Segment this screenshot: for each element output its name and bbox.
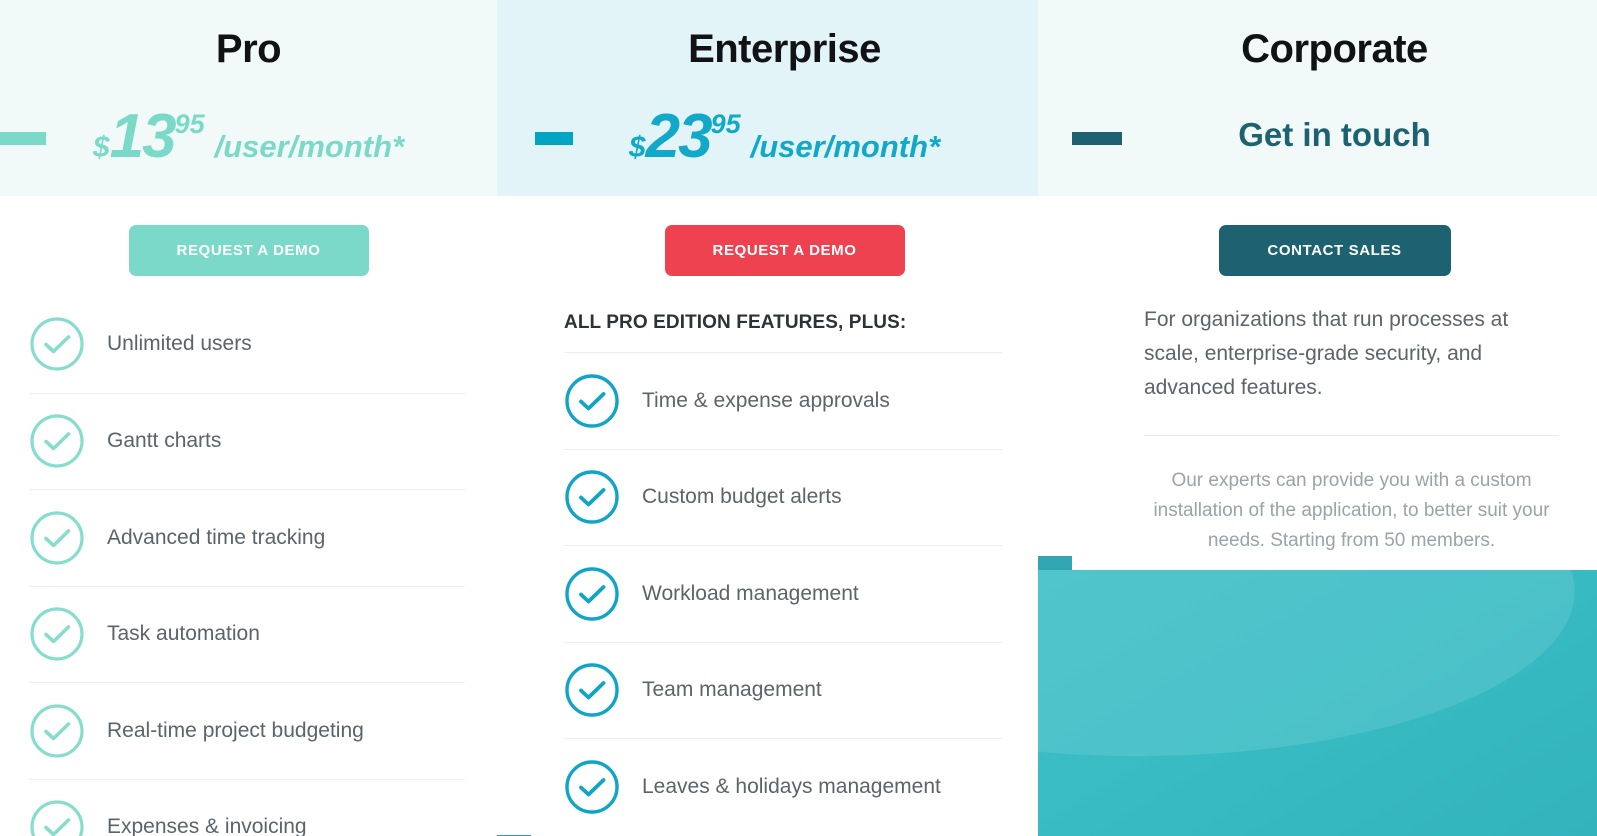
price-cents-enterprise: 95 (710, 109, 741, 139)
feature-label: Team management (642, 678, 822, 702)
check-circle-icon (564, 566, 620, 622)
corporate-description: For organizations that run processes at … (1144, 308, 1509, 400)
corporate-note: Our experts can provide you with a custo… (1153, 470, 1550, 552)
price-period-pro: /user/month* (214, 129, 405, 164)
plan-card-pro: Pro $ 13 95 /user/month* REQUEST A DEMO (0, 0, 497, 836)
feature-label: Custom budget alerts (642, 485, 842, 509)
pricing-page: Pro $ 13 95 /user/month* REQUEST A DEMO (0, 0, 1597, 836)
cta-wrap-pro: REQUEST A DEMO (0, 196, 497, 276)
plan-title-enterprise: Enterprise (688, 27, 881, 71)
feature-label: Leaves & holidays management (642, 774, 941, 798)
list-item: Gantt charts (29, 392, 465, 490)
dash-decoration-pro (0, 132, 46, 145)
price-amount-pro: 13 (109, 102, 177, 171)
plan-price-pro: $ 13 95 /user/month* (0, 106, 497, 168)
list-item: Task automation (29, 585, 465, 683)
list-item: Advanced time tracking (29, 489, 465, 586)
plan-body-pro: REQUEST A DEMO Unlimited users Gantt cha… (0, 196, 497, 836)
feature-list-enterprise: ALL PRO EDITION FEATURES, PLUS: Time & e… (531, 296, 1038, 835)
check-circle-icon (29, 413, 85, 469)
request-demo-button-enterprise[interactable]: REQUEST A DEMO (664, 225, 905, 276)
check-circle-icon (29, 703, 85, 759)
check-circle-icon (29, 316, 85, 372)
plan-card-enterprise: Enterprise $ 23 95 /user/month* REQUEST … (497, 0, 1038, 836)
check-circle-icon (564, 469, 620, 525)
divider (1144, 435, 1559, 437)
feature-label: Gantt charts (107, 429, 222, 453)
check-circle-icon (29, 606, 85, 662)
list-item: Leaves & holidays management (564, 738, 1002, 835)
list-item: Unlimited users (29, 296, 465, 393)
check-circle-icon (29, 799, 85, 836)
list-item: Time & expense approvals (564, 352, 1002, 449)
list-item: Real-time project budgeting (29, 682, 465, 779)
cta-wrap-enterprise: REQUEST A DEMO (531, 196, 1038, 276)
plan-title-corporate: Corporate (1241, 27, 1428, 71)
feature-label: Time & expense approvals (642, 388, 890, 412)
cta-wrap-corporate: CONTACT SALES (1072, 196, 1597, 276)
plan-price-enterprise: $ 23 95 /user/month* (531, 106, 1038, 168)
check-circle-icon (29, 510, 85, 566)
contact-sales-button[interactable]: CONTACT SALES (1218, 225, 1451, 276)
plan-card-corporate: Corporate Get in touch CONTACT SALES For… (1038, 0, 1597, 836)
price-cents-pro: 95 (174, 109, 205, 139)
price-amount-enterprise: 23 (645, 102, 713, 171)
feature-list-pro: Unlimited users Gantt charts Advanced ti… (0, 296, 497, 836)
plan-price-corporate: Get in touch (1238, 116, 1431, 153)
plan-header-pro: Pro $ 13 95 /user/month* (0, 0, 497, 196)
plan-body-enterprise: REQUEST A DEMO ALL PRO EDITION FEATURES,… (497, 196, 1038, 835)
plan-header-enterprise: Enterprise $ 23 95 /user/month* (497, 0, 1038, 196)
pricing-columns: Pro $ 13 95 /user/month* REQUEST A DEMO (0, 0, 1597, 836)
feature-label: Expenses & invoicing (107, 815, 307, 836)
price-period-enterprise: /user/month* (750, 129, 941, 164)
feature-label: Unlimited users (107, 332, 252, 356)
price-currency-pro: $ (92, 131, 110, 164)
feature-label: Real-time project budgeting (107, 718, 364, 742)
price-currency-enterprise: $ (628, 131, 646, 164)
plan-body-corporate: CONTACT SALES For organizations that run… (1038, 196, 1597, 557)
check-circle-icon (564, 662, 620, 718)
plan-title-pro: Pro (215, 27, 282, 71)
feature-label: Task automation (107, 622, 260, 646)
list-item: Expenses & invoicing (29, 778, 465, 836)
corporate-content: For organizations that run processes at … (1072, 276, 1597, 556)
list-item: Workload management (564, 545, 1002, 642)
dash-decoration-corporate (1072, 132, 1122, 145)
plan-header-corporate: Corporate Get in touch (1038, 0, 1597, 196)
list-item: Custom budget alerts (564, 448, 1002, 546)
list-item: Team management (564, 641, 1002, 739)
check-circle-icon (564, 759, 620, 815)
request-demo-button-pro[interactable]: REQUEST A DEMO (128, 225, 369, 276)
dash-decoration-enterprise (535, 132, 573, 145)
feature-list-heading: ALL PRO EDITION FEATURES, PLUS: (564, 312, 907, 333)
check-circle-icon (564, 373, 620, 429)
feature-label: Workload management (642, 581, 859, 605)
feature-label: Advanced time tracking (107, 525, 326, 549)
